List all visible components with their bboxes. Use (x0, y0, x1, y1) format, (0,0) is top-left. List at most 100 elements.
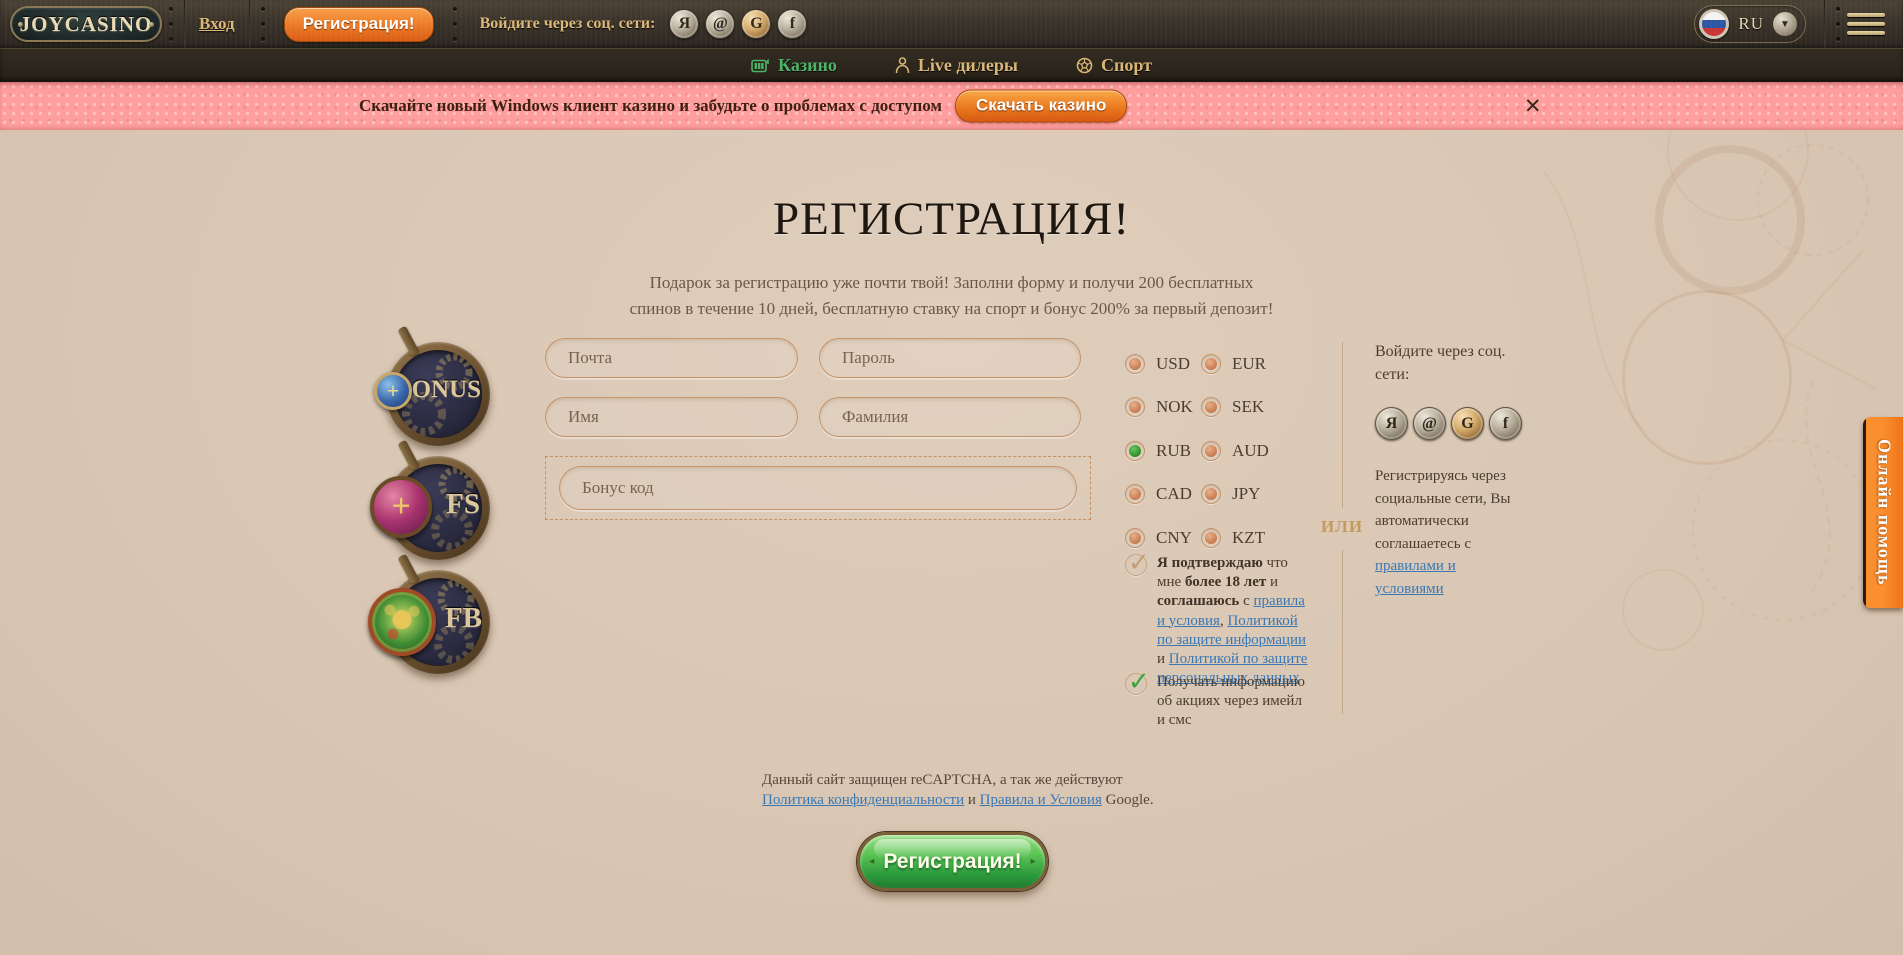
right-arrow-icon: ▸ (1031, 856, 1036, 867)
mail-ru-icon[interactable]: @ (1413, 407, 1446, 440)
freespins-medallion: FS + (386, 456, 490, 560)
header-divider (249, 0, 250, 48)
form-row (545, 338, 1091, 378)
facebook-icon[interactable]: f (777, 9, 807, 39)
download-casino-button[interactable]: Скачать казино (955, 90, 1127, 123)
header-social-label: Войдите через соц. сети: (480, 15, 656, 33)
header-social-icons: Я @ G f (669, 9, 807, 39)
bonus-code-field[interactable] (559, 466, 1077, 510)
promo-checkbox-row: Получать информацию об акциях через имей… (1125, 673, 1315, 731)
mail-ru-icon[interactable]: @ (705, 9, 735, 39)
registration-form (545, 338, 1091, 520)
terms-checkbox[interactable] (1125, 554, 1147, 576)
chevron-down-icon: ▼ (1773, 12, 1797, 36)
promo-text: Получать информацию об акциях через имей… (1157, 673, 1309, 731)
tab-sport[interactable]: Спорт (1076, 55, 1152, 76)
password-field[interactable] (819, 338, 1081, 378)
registration-page: РЕГИСТРАЦИЯ! Подарок за регистрацию уже … (0, 130, 1903, 955)
top-header: JOYCASINO Вход Регистрация! Войдите чере… (0, 0, 1903, 48)
rivet-decoration (261, 7, 265, 41)
slot-machine-icon (751, 58, 770, 74)
currency-options: USD EUR NOK SEK RUB AUD CAD JPY (1125, 342, 1285, 560)
freebet-medallion: FB (386, 570, 490, 674)
currency-option-eur[interactable]: EUR (1201, 342, 1285, 386)
form-row (545, 397, 1091, 437)
or-label: ИЛИ (1321, 517, 1363, 537)
left-arrow-icon: ◂ (869, 856, 874, 867)
currency-option-cad[interactable]: CAD (1125, 473, 1201, 517)
russian-flag-icon (1699, 9, 1729, 39)
online-help-tab[interactable]: Онлайн помощь (1863, 417, 1903, 608)
rivet-decoration (18, 22, 23, 27)
radio-icon[interactable] (1201, 441, 1221, 461)
medallion-label: FB (445, 602, 482, 635)
subtitle-line-2: спинов в течение 10 дней, бесплатную ста… (630, 299, 1274, 318)
radio-icon[interactable] (1201, 528, 1221, 548)
social-login-heading: Войдите через соц. сети: (1375, 340, 1527, 386)
google-terms-link[interactable]: Правила и Условия (980, 792, 1102, 808)
rivet-decoration (149, 22, 154, 27)
tab-label: Спорт (1101, 55, 1152, 76)
joycasino-logo[interactable]: JOYCASINO (10, 6, 162, 42)
rivet-decoration (1836, 7, 1840, 41)
login-link[interactable]: Вход (199, 14, 235, 34)
google-icon[interactable]: G (741, 9, 771, 39)
yandex-icon[interactable]: Я (669, 9, 699, 39)
last-name-field[interactable] (819, 397, 1081, 437)
freespins-orb-icon: + (370, 476, 432, 538)
page-subtitle: Подарок за регистрацию уже почти твой! З… (0, 270, 1903, 322)
currency-option-usd[interactable]: USD (1125, 342, 1201, 386)
yandex-icon[interactable]: Я (1375, 407, 1408, 440)
social-login-icons: Я @ G f (1375, 407, 1527, 440)
radio-icon[interactable] (1125, 397, 1145, 417)
close-icon[interactable]: ✕ (1524, 94, 1542, 118)
social-terms-link[interactable]: правилами и условиями (1375, 558, 1456, 597)
radio-icon[interactable] (1201, 354, 1221, 374)
tab-label: Live дилеры (918, 55, 1018, 76)
recaptcha-note: Данный сайт защищен reCAPTCHA, а так же … (762, 770, 1158, 811)
google-icon[interactable]: G (1451, 407, 1484, 440)
currency-option-kzt[interactable]: KZT (1201, 516, 1285, 560)
online-help-label: Онлайн помощь (1872, 439, 1895, 585)
tab-live-dealers[interactable]: Live дилеры (895, 55, 1018, 76)
vertical-divider (1342, 550, 1343, 714)
currency-option-sek[interactable]: SEK (1201, 386, 1285, 430)
radio-icon[interactable] (1125, 354, 1145, 374)
currency-option-aud[interactable]: AUD (1201, 429, 1285, 473)
bonus-code-box (545, 456, 1091, 520)
first-name-field[interactable] (545, 397, 798, 437)
medallion-label: FS (446, 488, 480, 521)
rivet-decoration (169, 7, 173, 41)
bonus-orb-icon: + (374, 372, 412, 410)
currency-option-jpy[interactable]: JPY (1201, 473, 1285, 517)
page-title: РЕГИСТРАЦИЯ! (0, 192, 1903, 246)
header-register-button[interactable]: Регистрация! (284, 7, 434, 42)
radio-selected-icon[interactable] (1125, 441, 1145, 461)
radio-icon[interactable] (1201, 484, 1221, 504)
submit-label: Регистрация! (883, 850, 1021, 874)
radio-icon[interactable] (1125, 528, 1145, 548)
radio-icon[interactable] (1201, 397, 1221, 417)
promo-checkbox[interactable] (1125, 673, 1147, 695)
header-divider (184, 0, 185, 48)
email-field[interactable] (545, 338, 798, 378)
currency-option-rub[interactable]: RUB (1125, 429, 1201, 473)
menu-icon[interactable] (1847, 13, 1885, 35)
language-selector[interactable]: RU ▼ (1694, 5, 1806, 43)
language-code: RU (1738, 14, 1764, 34)
bonus-medallion: BONUS + (386, 342, 490, 446)
vertical-divider (1342, 342, 1343, 508)
download-client-banner: Скачайте новый Windows клиент казино и з… (0, 82, 1903, 130)
header-divider (1824, 0, 1825, 48)
facebook-icon[interactable]: f (1489, 407, 1522, 440)
logo-text: JOYCASINO (20, 12, 153, 37)
tab-casino[interactable]: Казино (751, 55, 837, 76)
tab-label: Казино (778, 55, 837, 76)
rivet-decoration (453, 7, 457, 41)
banner-text: Скачайте новый Windows клиент казино и з… (359, 96, 942, 116)
radio-icon[interactable] (1125, 484, 1145, 504)
social-login-column: Войдите через соц. сети: Я @ G f Регистр… (1375, 340, 1527, 600)
register-submit-button[interactable]: ◂ Регистрация! ▸ (857, 832, 1048, 891)
google-privacy-link[interactable]: Политика конфиденциальности (762, 792, 964, 808)
currency-option-nok[interactable]: NOK (1125, 386, 1201, 430)
